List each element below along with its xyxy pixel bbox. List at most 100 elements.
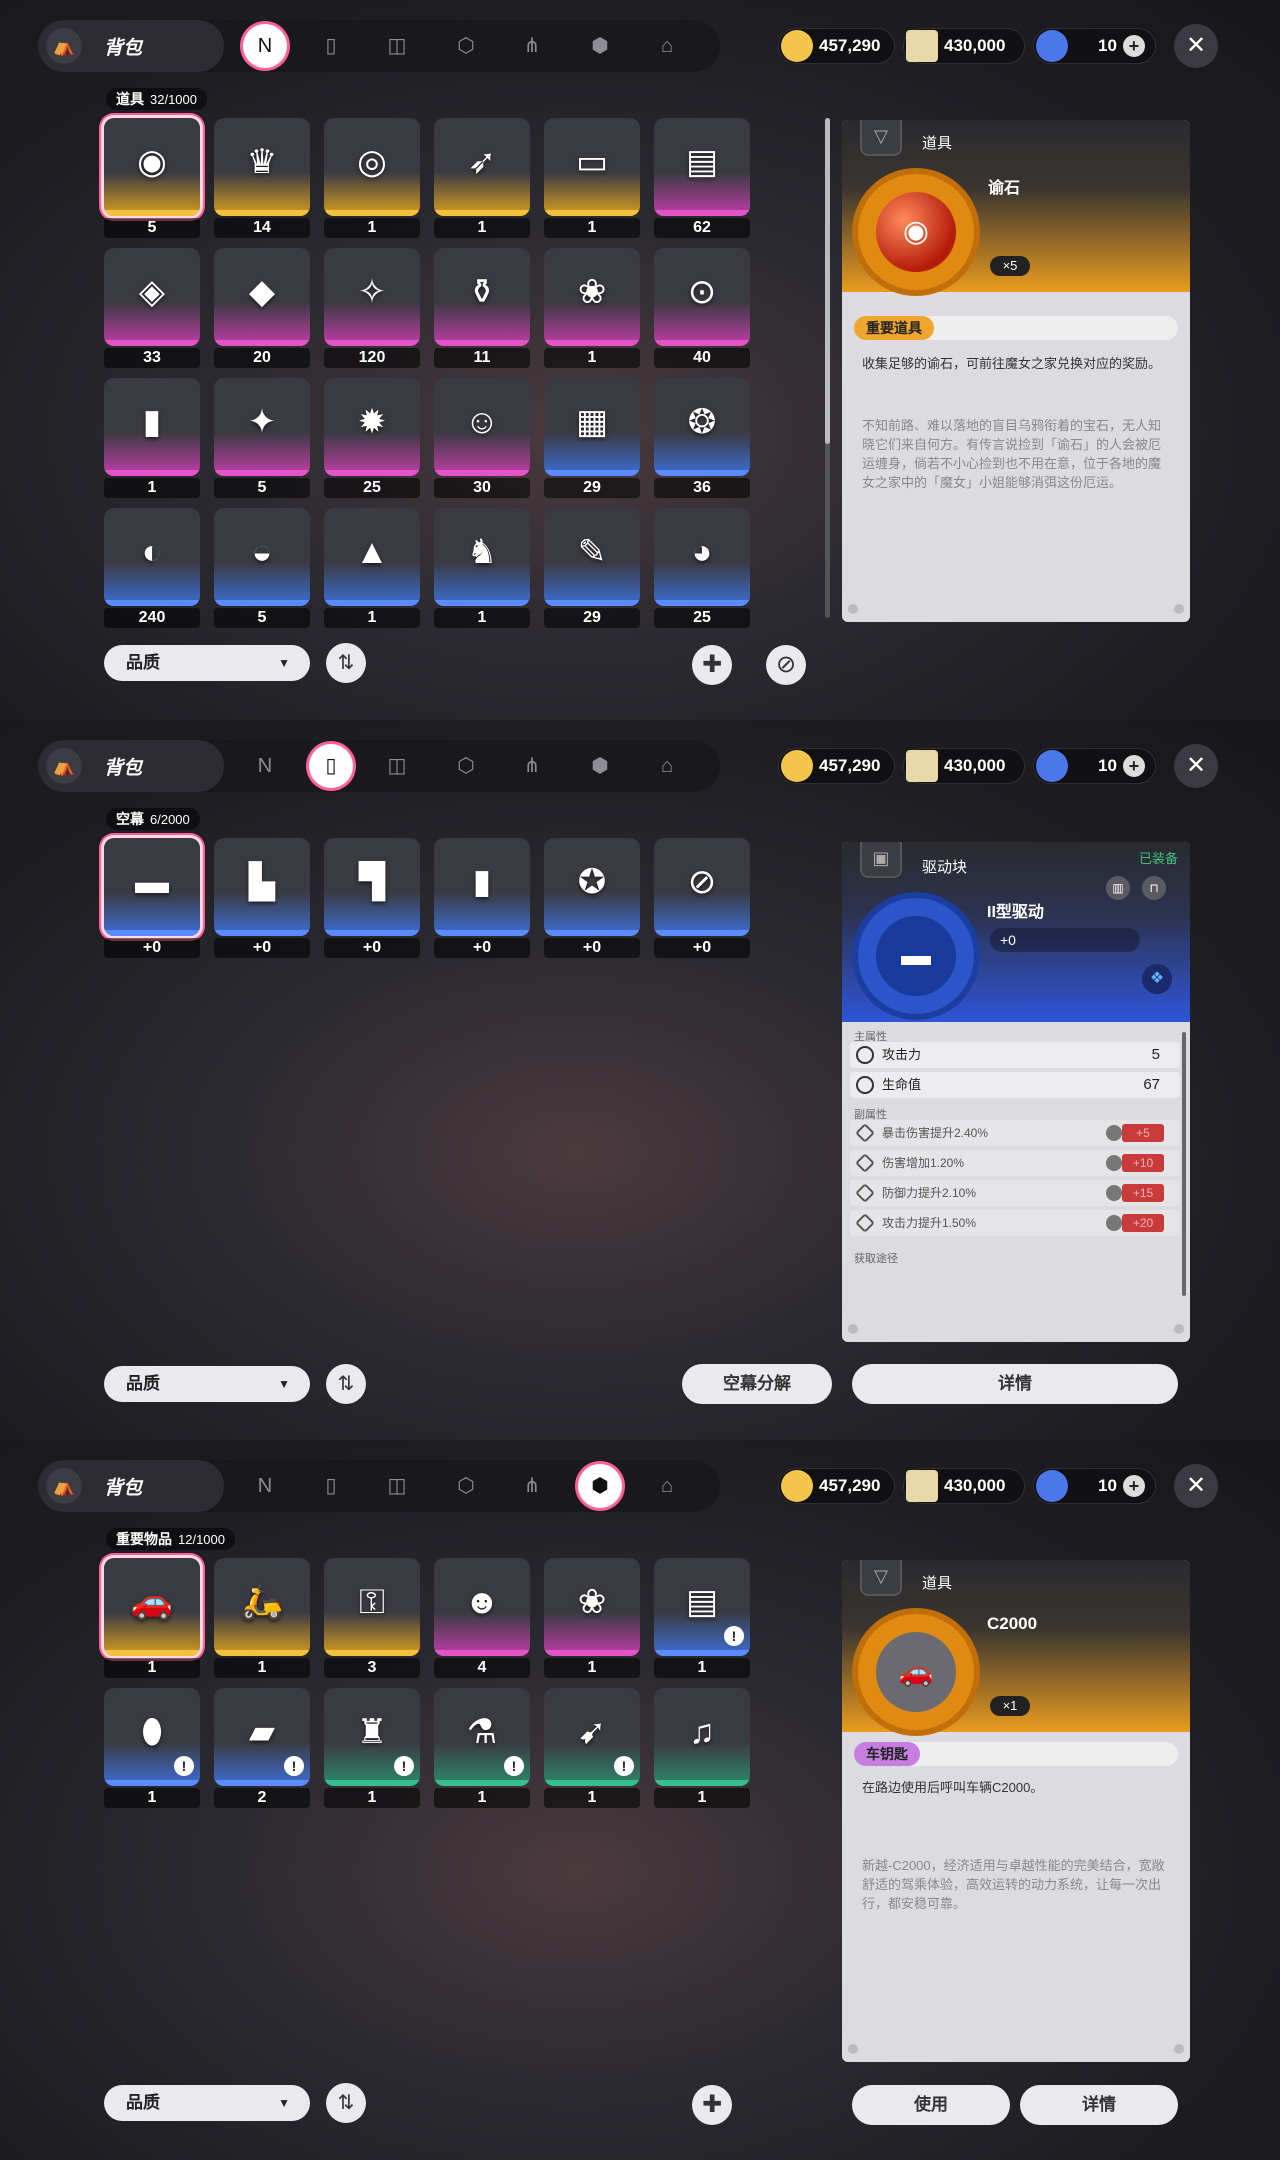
item-description: 收集足够的谕石，可前往魔女之家兑换对应的奖励。 <box>862 356 1162 371</box>
add-crystal-button[interactable]: + <box>1122 1475 1145 1497</box>
quality-filter-dropdown[interactable]: 品质 ▼ <box>104 645 310 681</box>
tab-materials[interactable]: ⬡ <box>444 1464 488 1508</box>
inventory-slot[interactable]: ☻ 4 <box>434 1558 530 1682</box>
inventory-slot[interactable]: ➹! 1 <box>544 1688 640 1812</box>
close-button[interactable]: ✕ <box>1174 1464 1218 1508</box>
inventory-slot[interactable]: ◐ 240 <box>104 508 200 632</box>
tab-discs[interactable]: ◫ <box>375 1464 419 1508</box>
tab-furniture[interactable]: ⌂ <box>645 1464 689 1508</box>
tab-discs[interactable]: ◫ <box>375 24 419 68</box>
slot-tile: ◎ <box>324 118 420 216</box>
lock-icon[interactable] <box>1106 1185 1122 1201</box>
inventory-slot[interactable]: ▦ 29 <box>544 378 640 502</box>
inventory-slot[interactable]: ☺ 30 <box>434 378 530 502</box>
inventory-slot[interactable]: ♜! 1 <box>324 1688 420 1812</box>
trash-icon[interactable]: ▥ <box>1106 876 1130 900</box>
inventory-slot[interactable]: ❀ 1 <box>544 248 640 372</box>
inventory-slot[interactable]: ✪ +0 <box>544 838 640 962</box>
inventory-slot[interactable]: ▮ 1 <box>104 378 200 502</box>
share-icon[interactable]: ❖ <box>1142 964 1172 994</box>
detail-button[interactable]: 详情 <box>852 1364 1178 1404</box>
tab-drives[interactable]: ▯ <box>309 1464 353 1508</box>
sort-order-button[interactable]: ⇅ <box>326 1364 366 1404</box>
inventory-slot[interactable]: ♛ 14 <box>214 118 310 242</box>
tab-items[interactable]: N <box>243 744 287 788</box>
tab-food[interactable]: ⋔ <box>510 1464 554 1508</box>
inventory-slot[interactable]: ♞ 1 <box>434 508 530 632</box>
inventory-slot[interactable]: ▤! 1 <box>654 1558 750 1682</box>
detail-scrollbar[interactable] <box>1182 1032 1186 1296</box>
tab-items[interactable]: N <box>243 24 287 68</box>
tab-food[interactable]: ⋔ <box>510 744 554 788</box>
add-button[interactable]: ✚ <box>692 645 732 685</box>
close-button[interactable]: ✕ <box>1174 744 1218 788</box>
detail-button[interactable]: 详情 <box>1020 2085 1178 2125</box>
corner-dot <box>848 604 858 614</box>
sort-order-button[interactable]: ⇅ <box>326 2083 366 2123</box>
tab-food[interactable]: ⋔ <box>510 24 554 68</box>
inventory-slot[interactable]: ◕ 25 <box>654 508 750 632</box>
inventory-slot[interactable]: ⊘ +0 <box>654 838 750 962</box>
lock-icon[interactable] <box>1106 1155 1122 1171</box>
inventory-slot[interactable]: ✎ 29 <box>544 508 640 632</box>
item-icon: ⚿ <box>359 1583 385 1621</box>
inventory-slot[interactable]: ❂ 36 <box>654 378 750 502</box>
inventory-slot[interactable]: ◆ 20 <box>214 248 310 372</box>
inventory-slot[interactable]: ▜ +0 <box>324 838 420 962</box>
inventory-slot[interactable]: ⬮! 1 <box>104 1688 200 1812</box>
inventory-slot[interactable]: ⚱ 11 <box>434 248 530 372</box>
lock-icon[interactable] <box>1106 1125 1122 1141</box>
tab-items[interactable]: N <box>243 1464 287 1508</box>
slot-count: 1 <box>324 1788 420 1808</box>
inventory-slot[interactable]: ◒ 5 <box>214 508 310 632</box>
tab-key-items[interactable]: ⬢ <box>578 744 622 788</box>
inventory-slot[interactable]: ▭ 1 <box>544 118 640 242</box>
inventory-slot[interactable]: ◈ 33 <box>104 248 200 372</box>
tab-drives[interactable]: ▯ <box>309 24 353 68</box>
tab-materials[interactable]: ⬡ <box>444 744 488 788</box>
tab-key-items[interactable]: ⬢ <box>578 24 622 68</box>
tab-furniture[interactable]: ⌂ <box>645 24 689 68</box>
close-button[interactable]: ✕ <box>1174 24 1218 68</box>
scrollbar[interactable] <box>825 118 830 618</box>
slot-tile: ◆ <box>214 248 310 346</box>
inventory-slot[interactable]: 🚗 1 <box>104 1558 200 1682</box>
inventory-slot[interactable]: ◉ 5 <box>104 118 200 242</box>
lock-icon[interactable]: ⊓ <box>1142 876 1166 900</box>
item-icon: ◉ <box>137 143 167 181</box>
inventory-slot[interactable]: ♫ 1 <box>654 1688 750 1812</box>
lock-icon[interactable] <box>1106 1215 1122 1231</box>
inventory-slot[interactable]: ⚿ 3 <box>324 1558 420 1682</box>
tab-discs[interactable]: ◫ <box>375 744 419 788</box>
inventory-slot[interactable]: ⊙ 40 <box>654 248 750 372</box>
quality-filter-dropdown[interactable]: 品质 ▼ <box>104 1366 310 1402</box>
inventory-slot[interactable]: ▙ +0 <box>214 838 310 962</box>
inventory-slot[interactable]: ⚗! 1 <box>434 1688 530 1812</box>
inventory-slot[interactable]: ▤ 62 <box>654 118 750 242</box>
inventory-slot[interactable]: ✹ 25 <box>324 378 420 502</box>
inventory-slot[interactable]: ❀ 1 <box>544 1558 640 1682</box>
sort-order-button[interactable]: ⇅ <box>326 643 366 683</box>
add-crystal-button[interactable]: + <box>1122 755 1145 777</box>
decompose-button[interactable]: 空幕分解 <box>682 1364 832 1404</box>
inventory-slot[interactable]: ➶ 1 <box>434 118 530 242</box>
inventory-slot[interactable]: ▬ +0 <box>104 838 200 962</box>
inventory-slot[interactable]: ◎ 1 <box>324 118 420 242</box>
disable-button[interactable]: ⊘ <box>766 645 806 685</box>
bag-header: ⛺ 背包 <box>38 1460 224 1512</box>
inventory-slot[interactable]: ▮ +0 <box>434 838 530 962</box>
inventory-slot[interactable]: 🛵 1 <box>214 1558 310 1682</box>
tab-key-items[interactable]: ⬢ <box>578 1464 622 1508</box>
quality-filter-dropdown[interactable]: 品质 ▼ <box>104 2085 310 2121</box>
tab-furniture[interactable]: ⌂ <box>645 744 689 788</box>
inventory-slot[interactable]: ✦ 5 <box>214 378 310 502</box>
tab-drives[interactable]: ▯ <box>309 744 353 788</box>
slot-tile: ♞ <box>434 508 530 606</box>
add-crystal-button[interactable]: + <box>1122 35 1145 57</box>
tab-materials[interactable]: ⬡ <box>444 24 488 68</box>
add-button[interactable]: ✚ <box>692 2085 732 2125</box>
use-button[interactable]: 使用 <box>852 2085 1010 2125</box>
inventory-slot[interactable]: ✧ 120 <box>324 248 420 372</box>
inventory-slot[interactable]: ▲ 1 <box>324 508 420 632</box>
inventory-slot[interactable]: ▰! 2 <box>214 1688 310 1812</box>
